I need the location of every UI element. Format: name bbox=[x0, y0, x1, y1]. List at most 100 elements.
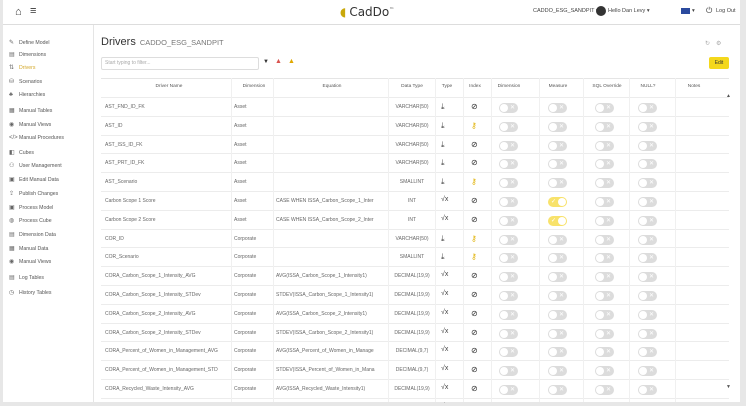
table-row[interactable]: CORA_Percent_of_Women_in_Management_AVG C… bbox=[101, 341, 729, 361]
sidebar-item-manual-tables[interactable]: ▦ Manual Tables bbox=[9, 107, 52, 114]
dimension-toggle[interactable]: ✕ bbox=[499, 140, 518, 151]
measure-toggle[interactable]: ✕ bbox=[548, 385, 567, 395]
hamburger-icon[interactable]: ≡ bbox=[30, 5, 36, 17]
table-row[interactable]: Carbon Scope 1 Score Asset CASE WHEN ISSA_… bbox=[101, 191, 729, 211]
sql-override-toggle[interactable]: ✕ bbox=[595, 178, 614, 189]
null-toggle[interactable]: ✕ bbox=[638, 385, 657, 395]
table-row[interactable]: √x⊘✕✕✕✕ bbox=[101, 397, 729, 403]
measure-toggle[interactable]: ✕ bbox=[548, 121, 567, 132]
table-row[interactable]: CORA_Carbon_Scope_1_Intensity_AVG Corpora… bbox=[101, 266, 729, 286]
column-header-measure[interactable]: Measure bbox=[543, 84, 573, 89]
warning-red-icon[interactable]: ▲ bbox=[275, 58, 282, 65]
sql-override-toggle[interactable]: ✕ bbox=[595, 197, 614, 207]
column-header-index[interactable]: Index bbox=[466, 84, 484, 89]
scroll-down-icon[interactable]: ▼ bbox=[726, 384, 731, 390]
measure-toggle[interactable]: ✕ bbox=[548, 178, 567, 189]
measure-toggle[interactable]: ✕ bbox=[548, 291, 567, 301]
sql-override-toggle[interactable]: ✕ bbox=[595, 140, 614, 151]
column-header-notes[interactable]: Notes bbox=[679, 84, 709, 89]
logout-link[interactable]: Log Out bbox=[716, 8, 736, 14]
column-header-dimension[interactable]: Dimension bbox=[234, 84, 274, 89]
measure-toggle[interactable]: ✕ bbox=[548, 347, 567, 358]
dimension-toggle[interactable]: ✕ bbox=[499, 103, 518, 113]
dimension-toggle[interactable]: ✕ bbox=[499, 234, 518, 245]
sidebar-item-manual-views[interactable]: ◉ Manual Views bbox=[9, 258, 51, 265]
language-caret[interactable]: ▾ bbox=[692, 8, 695, 14]
sidebar-item-process-cube[interactable]: ◍ Process Cube bbox=[9, 217, 52, 224]
null-toggle[interactable]: ✕ bbox=[638, 272, 657, 283]
sidebar-item-manual-views[interactable]: ◉ Manual Views bbox=[9, 121, 51, 128]
measure-toggle[interactable]: ✕ bbox=[548, 253, 567, 264]
refresh-icon[interactable]: ↻ bbox=[705, 40, 710, 47]
sql-override-toggle[interactable]: ✕ bbox=[595, 272, 614, 283]
dimension-toggle[interactable]: ✕ bbox=[499, 197, 518, 207]
table-row[interactable]: COR_Scenario Corporate SMALLINT ⤓ ⚷ ✕ ✕ ✕ ✕ bbox=[101, 247, 729, 267]
column-header-driver-name[interactable]: Driver Name bbox=[105, 84, 233, 89]
measure-toggle[interactable]: ✕ bbox=[548, 366, 567, 377]
table-row[interactable]: Carbon Scope 2 Score Asset CASE WHEN ISSA_… bbox=[101, 209, 729, 230]
sidebar-item-history-tables[interactable]: ◷ History Tables bbox=[9, 289, 51, 296]
dimension-toggle[interactable]: ✕ bbox=[499, 385, 518, 395]
sql-override-toggle[interactable]: ✕ bbox=[595, 234, 614, 245]
sql-override-toggle[interactable]: ✕ bbox=[595, 328, 614, 339]
column-header-null[interactable]: NULL? bbox=[633, 84, 663, 89]
measure-toggle[interactable]: ✕ bbox=[548, 272, 567, 283]
sidebar-item-edit-manual-data[interactable]: ▣ Edit Manual Data bbox=[9, 176, 59, 183]
sql-override-toggle[interactable]: ✕ bbox=[595, 215, 614, 226]
measure-toggle[interactable]: ✕ bbox=[548, 309, 567, 320]
sql-override-toggle[interactable]: ✕ bbox=[595, 291, 614, 301]
measure-toggle[interactable]: ✕ bbox=[548, 328, 567, 339]
table-row[interactable]: AST_FND_ID_FK Asset VARCHAR(50) ⤓ ⊘ ✕ ✕ ✕ ✕ bbox=[101, 97, 729, 117]
table-row[interactable]: CORA_Carbon_Scope_2_Intensity_AVG Corpora… bbox=[101, 303, 729, 324]
dimension-toggle[interactable]: ✕ bbox=[499, 328, 518, 339]
sidebar-item-process-model[interactable]: ▣ Process Model bbox=[9, 204, 53, 211]
sidebar-item-hierarchies[interactable]: ♣ Hierarchies bbox=[9, 92, 45, 98]
dimension-toggle[interactable]: ✕ bbox=[499, 253, 518, 264]
null-toggle[interactable]: ✕ bbox=[638, 140, 657, 151]
sidebar-item-manual-data[interactable]: ▦ Manual Data bbox=[9, 245, 48, 252]
sql-override-toggle[interactable]: ✕ bbox=[595, 309, 614, 320]
sidebar-item-dimension-data[interactable]: ▤ Dimension Data bbox=[9, 231, 56, 238]
dimension-toggle[interactable]: ✕ bbox=[499, 178, 518, 189]
null-toggle[interactable]: ✕ bbox=[638, 178, 657, 189]
null-toggle[interactable]: ✕ bbox=[638, 347, 657, 358]
sidebar-item-log-tables[interactable]: ▤ Log Tables bbox=[9, 274, 44, 281]
table-row[interactable]: CORA_Recycled_Waste_Intensity_AVG Corpora… bbox=[101, 379, 729, 399]
null-toggle[interactable]: ✕ bbox=[638, 253, 657, 264]
flag-icon[interactable] bbox=[681, 8, 690, 14]
null-toggle[interactable]: ✕ bbox=[638, 197, 657, 207]
column-header-data-type[interactable]: Data Type bbox=[391, 84, 433, 89]
measure-toggle[interactable]: ✕ bbox=[548, 140, 567, 151]
user-menu[interactable]: Hello Dan Levy ▾ bbox=[608, 8, 650, 14]
sidebar-item-drivers[interactable]: ⇅ Drivers bbox=[9, 64, 35, 71]
dimension-toggle[interactable]: ✕ bbox=[499, 347, 518, 358]
dimension-toggle[interactable]: ✕ bbox=[499, 215, 518, 226]
dimension-toggle[interactable]: ✕ bbox=[499, 366, 518, 377]
settings-icon[interactable]: ⚙ bbox=[716, 40, 721, 47]
home-icon[interactable]: ⌂ bbox=[15, 6, 22, 18]
dimension-toggle[interactable]: ✕ bbox=[499, 159, 518, 170]
sql-override-toggle[interactable]: ✕ bbox=[595, 385, 614, 395]
sql-override-toggle[interactable]: ✕ bbox=[595, 253, 614, 264]
table-row[interactable]: COR_ID Corporate VARCHAR(50) ⤓ ⚷ ✕ ✕ ✕ ✕ bbox=[101, 228, 729, 249]
table-row[interactable]: AST_PRT_ID_FK Asset VARCHAR(50) ⤓ ⊘ ✕ ✕ ✕ ✕ bbox=[101, 153, 729, 173]
null-toggle[interactable]: ✕ bbox=[638, 215, 657, 226]
sidebar-item-manual-procedures[interactable]: </>Manual Procedures bbox=[9, 135, 64, 141]
table-row[interactable]: AST_ISS_ID_FK Asset VARCHAR(50) ⤓ ⊘ ✕ ✕ ✕ ✕ bbox=[101, 134, 729, 155]
sql-override-toggle[interactable]: ✕ bbox=[595, 366, 614, 377]
sidebar-item-user-management[interactable]: ⚇ User Management bbox=[9, 162, 62, 169]
sql-override-toggle[interactable]: ✕ bbox=[595, 121, 614, 132]
measure-toggle[interactable]: ✓ bbox=[548, 197, 567, 207]
null-toggle[interactable]: ✕ bbox=[638, 328, 657, 339]
sql-override-toggle[interactable]: ✕ bbox=[595, 347, 614, 358]
dimension-toggle[interactable]: ✕ bbox=[499, 272, 518, 283]
sidebar-item-define-model[interactable]: ✎ Define Model bbox=[9, 39, 50, 46]
filter-input[interactable]: Start typing to filter... bbox=[101, 57, 259, 70]
measure-toggle[interactable]: ✕ bbox=[548, 234, 567, 245]
null-toggle[interactable]: ✕ bbox=[638, 366, 657, 377]
sidebar-item-cubes[interactable]: ◧ Cubes bbox=[9, 149, 34, 156]
sql-override-toggle[interactable]: ✕ bbox=[595, 159, 614, 170]
environment-selector[interactable]: CADDO_ESG_SANDPIT ▾ bbox=[533, 8, 599, 14]
null-toggle[interactable]: ✕ bbox=[638, 234, 657, 245]
table-row[interactable]: AST_Scenario Asset SMALLINT ⤓ ⚷ ✕ ✕ ✕ ✕ bbox=[101, 172, 729, 192]
